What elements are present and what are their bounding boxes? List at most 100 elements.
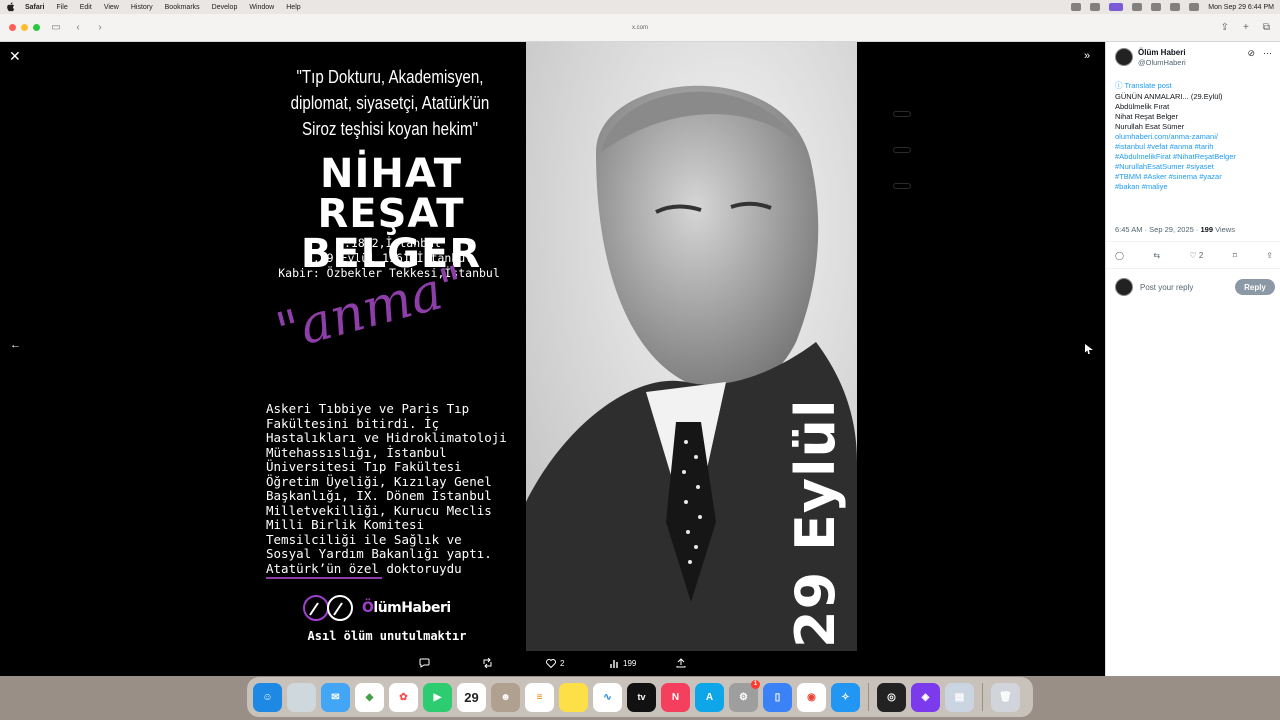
post-timestamp[interactable]: 6:45 AM · Sep 29, 2025 · <box>1115 225 1200 234</box>
views-button[interactable]: 199 <box>610 659 636 668</box>
logo-brand-prefix: Ö <box>362 600 374 616</box>
post-actions: ◯ ⇆ ♡ 2 ⌑ ⇪ <box>1115 251 1273 260</box>
like-count: 2 <box>1198 251 1204 260</box>
status-icon[interactable] <box>1071 3 1082 11</box>
expand-panel-icon[interactable]: » <box>1084 50 1090 62</box>
apple-icon[interactable] <box>6 2 15 12</box>
status-icon[interactable] <box>1132 3 1143 11</box>
address-bar[interactable]: x.com <box>380 20 900 36</box>
poster-text-panel: "Tıp Dokturu, Akademisyen, diplomat, siy… <box>248 42 526 651</box>
post-link[interactable]: olumhaberi.com/anma-zamani/ <box>1115 132 1275 142</box>
avatar <box>1115 278 1133 296</box>
wifi-icon[interactable] <box>1151 3 1162 11</box>
screen-recording-icon[interactable] <box>1109 3 1124 11</box>
ghost-follow-button <box>893 183 911 189</box>
photos-icon[interactable]: ✿ <box>389 682 418 712</box>
menu-help[interactable]: Help <box>286 4 300 11</box>
post-line: Nurullah Esat Sümer <box>1115 122 1185 131</box>
like-button[interactable]: ♡ 2 <box>1189 251 1203 260</box>
views-count: 199 <box>623 658 637 668</box>
post-text: GÜNÜN ANMALARI... (29.Eylül) Abdülmelik … <box>1115 92 1275 192</box>
reply-button[interactable]: Reply <box>1235 279 1275 295</box>
post-meta: 6:45 AM · Sep 29, 2025 · 199 Views <box>1115 225 1235 234</box>
close-icon[interactable]: ✕ <box>9 48 21 65</box>
reply-icon[interactable] <box>419 658 430 668</box>
freeform-icon[interactable]: ∿ <box>593 682 622 712</box>
post-line: Nihat Reşat Belger <box>1115 112 1178 121</box>
menu-view[interactable]: View <box>104 4 119 11</box>
author-name[interactable]: Ölüm Haberi <box>1138 48 1186 57</box>
more-icon[interactable]: ⋯ <box>1263 48 1272 59</box>
calendar-day: 29 <box>464 689 479 705</box>
chrome-icon[interactable]: ◉ <box>797 682 826 712</box>
maps-icon[interactable]: ◆ <box>355 682 384 712</box>
control-center-icon[interactable] <box>1189 3 1200 11</box>
finder-icon[interactable]: ☺ <box>253 682 282 712</box>
launchpad-icon[interactable] <box>287 682 316 712</box>
preview-icon[interactable]: ▤ <box>945 682 974 712</box>
screen-recorder-icon[interactable]: ◎ <box>877 682 906 712</box>
post-hashtags[interactable]: #TBMM #Asker #sinema #yazar <box>1115 172 1275 182</box>
notes-icon[interactable] <box>559 682 588 712</box>
arrow-left-icon[interactable]: ← <box>10 339 21 351</box>
status-icon[interactable] <box>1090 3 1101 11</box>
calendar-icon[interactable]: 29 <box>457 682 486 712</box>
menu-bookmarks[interactable]: Bookmarks <box>165 4 200 11</box>
bookmark-icon[interactable]: ⌑ <box>1233 251 1237 260</box>
repost-icon[interactable] <box>482 658 493 668</box>
repost-icon[interactable]: ⇆ <box>1153 251 1160 260</box>
menu-develop[interactable]: Develop <box>212 4 238 11</box>
menu-window[interactable]: Window <box>249 4 274 11</box>
safari-icon[interactable]: ✧ <box>831 682 860 712</box>
contacts-icon[interactable]: ☻ <box>491 682 520 712</box>
dock: ☺ ✉ ◆ ✿ ▶ 29 ☻ ≡ ∿ tv N A ⚙ 1 ▯ ◉ ✧ ◎ ◈ ▤… <box>247 677 1033 717</box>
post-hashtags[interactable]: #bakan #maliye <box>1115 182 1275 192</box>
close-window-button[interactable] <box>9 24 16 31</box>
apple-tv-icon[interactable]: tv <box>627 682 656 712</box>
system-settings-icon[interactable]: ⚙ 1 <box>729 679 760 712</box>
mail-icon[interactable]: ✉ <box>321 682 350 712</box>
translate-post-label: Translate post <box>1124 81 1172 90</box>
minimize-window-button[interactable] <box>21 24 28 31</box>
share-icon[interactable]: ⇪ <box>1266 251 1273 260</box>
utility-app-icon[interactable]: ◈ <box>911 682 940 712</box>
share-icon[interactable] <box>676 658 686 668</box>
menu-app-name[interactable]: Safari <box>25 4 44 11</box>
reply-input[interactable]: Post your reply <box>1140 283 1193 292</box>
post-hashtags[interactable]: #AbdulmelikFirat #NihatReşatBelger <box>1115 152 1275 162</box>
ghost-follow-button <box>893 111 911 117</box>
news-icon[interactable]: N <box>661 682 690 712</box>
search-icon[interactable] <box>1170 3 1181 11</box>
share-icon[interactable]: ⇪ <box>1221 22 1229 33</box>
translate-post-link[interactable]: ⓘ Translate post <box>1115 80 1172 91</box>
menubar-clock[interactable]: Mon Sep 29 6:44 PM <box>1208 4 1274 11</box>
trash-icon[interactable]: 🗑 <box>991 682 1020 712</box>
notification-badge: 1 <box>751 679 760 689</box>
post-views-label: Views <box>1213 225 1235 234</box>
menu-history[interactable]: History <box>131 4 153 11</box>
forward-icon[interactable]: › <box>94 22 106 34</box>
reply-composer: Post your reply Reply <box>1115 278 1275 296</box>
author-handle[interactable]: @OlumHaberi <box>1138 58 1186 67</box>
post-image[interactable]: "Tıp Dokturu, Akademisyen, diplomat, siy… <box>248 42 857 651</box>
post-hashtags[interactable]: #NurullahEsatSumer #siyaset <box>1115 162 1275 172</box>
sidebar-toggle-icon[interactable]: ▭ <box>50 22 62 34</box>
tab-overview-icon[interactable]: ⧉ <box>1263 22 1270 33</box>
new-tab-icon[interactable]: + <box>1243 22 1249 33</box>
reminders-icon[interactable]: ≡ <box>525 682 554 712</box>
zoom-window-button[interactable] <box>33 24 40 31</box>
like-button[interactable]: 2 <box>546 659 564 668</box>
divider <box>1106 241 1280 242</box>
files-icon[interactable]: ▯ <box>763 682 792 712</box>
back-icon[interactable]: ‹ <box>72 22 84 34</box>
facetime-icon[interactable]: ▶ <box>423 682 452 712</box>
app-store-icon[interactable]: A <box>695 682 724 712</box>
grok-icon[interactable]: ⊘ <box>1247 48 1255 59</box>
menu-bar: Safari File Edit View History Bookmarks … <box>0 0 1280 14</box>
menu-edit[interactable]: Edit <box>80 4 92 11</box>
menu-file[interactable]: File <box>56 4 67 11</box>
views-icon <box>610 659 618 668</box>
reply-icon[interactable]: ◯ <box>1115 251 1124 260</box>
avatar[interactable] <box>1115 48 1133 66</box>
post-hashtags[interactable]: #istanbul #vefat #anma #tarih <box>1115 142 1275 152</box>
